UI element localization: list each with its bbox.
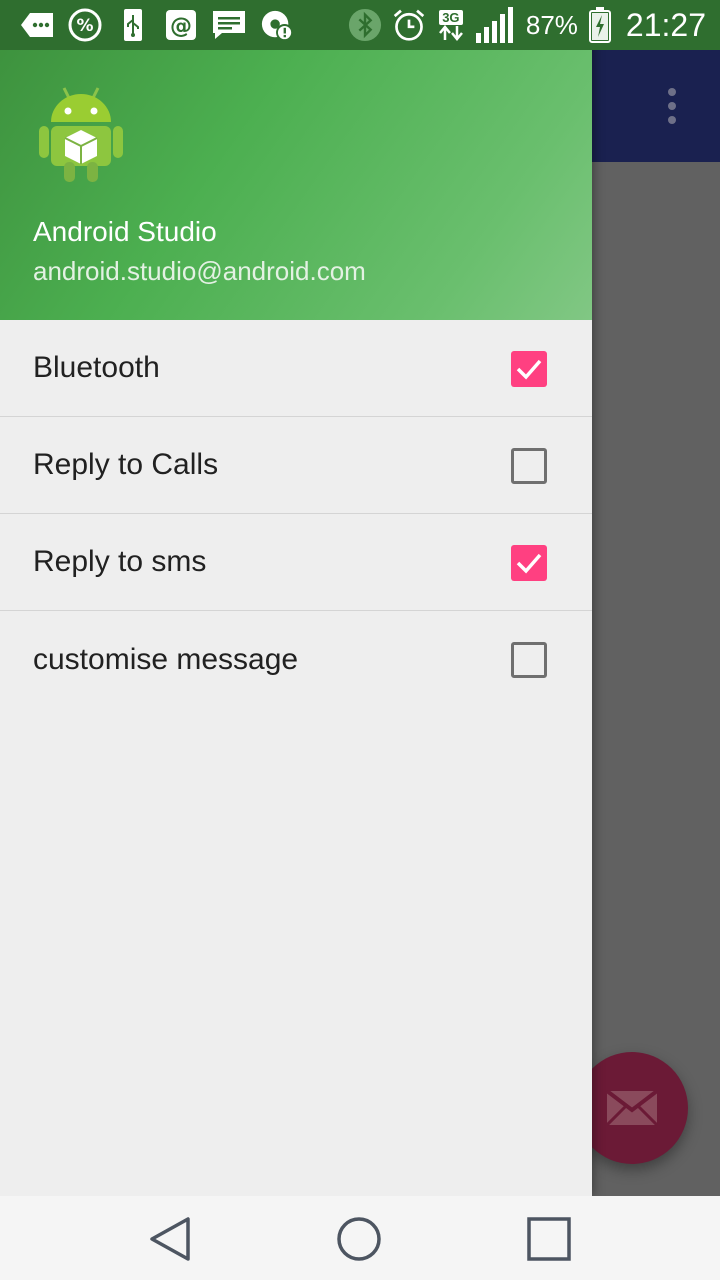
fab-mail-button[interactable]	[576, 1052, 688, 1164]
navigation-drawer: Android Studio android.studio@android.co…	[0, 0, 592, 1196]
message-icon	[212, 8, 246, 42]
menu-item-customise-message[interactable]: customise message	[0, 611, 592, 708]
home-button[interactable]	[332, 1212, 386, 1266]
svg-text:@: @	[170, 14, 192, 39]
customise-message-checkbox[interactable]	[511, 642, 547, 678]
menu-item-label: Reply to sms	[33, 545, 207, 578]
signal-icon	[475, 7, 516, 43]
menu-item-label: Bluetooth	[33, 351, 160, 384]
sync-alert-icon	[260, 8, 294, 42]
drawer-menu: Bluetooth Reply to Calls Reply to sms cu…	[0, 320, 592, 708]
recents-icon	[527, 1217, 571, 1261]
usb-icon	[116, 8, 150, 42]
email-at-icon: @	[164, 8, 198, 42]
system-nav-bar	[0, 1196, 720, 1280]
status-clock: 21:27	[625, 6, 706, 43]
network-3g-icon: 3G	[436, 8, 466, 42]
reply-to-calls-checkbox[interactable]	[511, 448, 547, 484]
battery-percent: 87%	[525, 9, 578, 40]
back-button[interactable]	[143, 1212, 197, 1266]
header-user-email: android.studio@android.com	[33, 256, 366, 286]
bluetooth-checkbox[interactable]	[511, 351, 547, 387]
android-robot-icon	[36, 84, 126, 184]
menu-item-bluetooth[interactable]: Bluetooth	[0, 320, 592, 417]
home-icon	[337, 1217, 381, 1261]
percent-icon: %	[68, 8, 102, 42]
bluetooth-icon	[348, 8, 382, 42]
header-user-name: Android Studio	[33, 216, 217, 247]
reply-to-sms-checkbox[interactable]	[511, 545, 547, 581]
svg-text:%: %	[76, 16, 93, 36]
alarm-icon	[392, 8, 426, 42]
status-bar: % @ 3G 87% 21:27	[0, 0, 720, 50]
mail-icon	[606, 1090, 658, 1126]
menu-item-reply-to-sms[interactable]: Reply to sms	[0, 514, 592, 611]
menu-item-reply-to-calls[interactable]: Reply to Calls	[0, 417, 592, 514]
battery-charging-icon	[588, 7, 612, 43]
recents-button[interactable]	[522, 1212, 576, 1266]
overflow-menu-button[interactable]	[652, 82, 692, 130]
network-type-label: 3G	[439, 9, 463, 25]
menu-item-label: customise message	[33, 642, 299, 676]
menu-item-label: Reply to Calls	[33, 448, 219, 481]
checkmark-icon	[516, 553, 542, 574]
more-notifications-icon	[20, 8, 54, 42]
back-icon	[150, 1217, 190, 1261]
checkmark-icon	[516, 359, 542, 380]
